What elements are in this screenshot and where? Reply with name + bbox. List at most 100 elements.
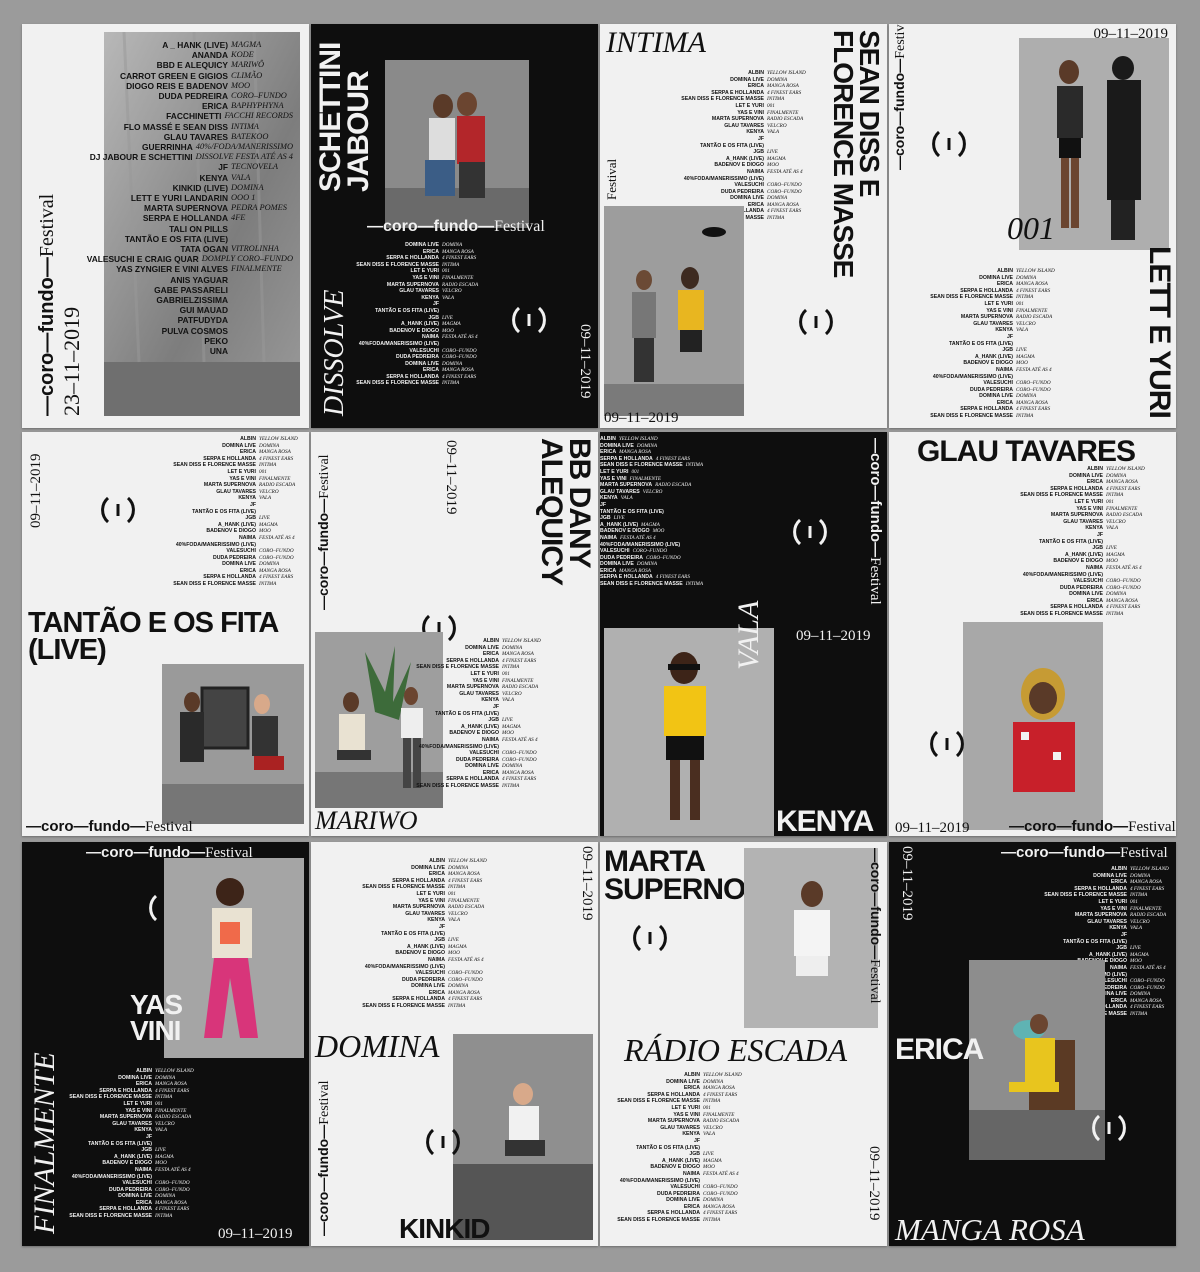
lineup-row: A _ HANK (LIVE) MAGMA <box>87 40 293 50</box>
party-name: 4 FINEST EARS <box>502 776 537 783</box>
artist-name: JGB <box>488 717 499 724</box>
artist-name: YAS E VINI <box>986 307 1013 314</box>
artist-name: YAS E VINI <box>737 109 764 116</box>
lineup-row: DOMINA LIVE DOMINA <box>1020 473 1146 480</box>
party-name: VELCRO <box>1106 518 1126 525</box>
lineup-list: DOMINA LIVE DOMINA ERICA MANGA ROSA SERPA E … <box>356 242 482 387</box>
date: 09–11–2019 <box>604 410 679 426</box>
artist-name: SERPA E HOLLANDA <box>203 574 256 581</box>
lineup-row: KENYA VALA <box>930 327 1056 334</box>
artist-name: LET E YURI <box>984 300 1013 307</box>
lineup-row: SEAN DISS E FLORENCE MASSEINTIMA <box>416 783 542 790</box>
festival-suffix: Festival <box>494 218 545 235</box>
lineup-row: YAS E VINI FINALMENTE <box>362 898 488 905</box>
artist-name: VALESUCHI <box>469 750 499 757</box>
artist-name: DUDA PEDREIRA <box>656 1190 700 1197</box>
artist-name: SEAN DISS E FLORENCE MASSE <box>1044 892 1127 899</box>
lineup-row: SERPA E HOLLANDA4 FINEST EARS <box>356 374 482 381</box>
artist-name: GLAU TAVARES <box>399 288 439 295</box>
lineup-row: PATFUDYDA <box>87 315 293 325</box>
lineup-row: YAS E VINI FINALMENTE <box>1020 506 1146 513</box>
artist-name: LET E YURI <box>600 468 629 475</box>
party-name: INTIMA <box>442 261 460 268</box>
artist-name: 40%FODA/MANERISSIMO (LIVE) <box>175 541 256 548</box>
party-name: 001 <box>767 102 775 109</box>
artist-name: LET E YURI <box>671 1104 700 1111</box>
lineup-row: FLO MASSÉ E SEAN DISS INTIMA <box>87 122 293 132</box>
artist-name: ALBIN <box>600 436 616 442</box>
photo-artist <box>744 848 878 1028</box>
artist-name: KENYA <box>199 172 228 183</box>
artist-name: MARTA SUPERNOVA <box>203 482 256 489</box>
party-name: DOMINA <box>1130 872 1151 879</box>
lineup-row: DOMINA LIVE DOMINA <box>1044 873 1170 880</box>
lineup-row: FACCHINETTI FACCHI RECORDS <box>87 111 293 121</box>
festival-suffix: Festival <box>145 819 193 835</box>
party-name: MOO <box>652 528 665 535</box>
lineup-row: JF <box>1044 932 1170 939</box>
artist-name: DOMINA LIVE <box>600 442 634 449</box>
artist-name: DOMINA LIVE <box>666 1078 700 1085</box>
lineup-row: NAIMA FESTA ATÉ AS 4 <box>617 1171 743 1178</box>
artist-name: MARTA SUPERNOVA <box>143 203 228 214</box>
festival-name: —coro—fundo— <box>315 498 331 610</box>
lineup-row: YAS E VINI FINALMENTE <box>416 678 542 685</box>
party-name <box>231 234 293 244</box>
lineup-row: UNA <box>87 346 293 356</box>
lineup-row: LET E YURI 001 <box>356 268 482 275</box>
party-name: RADIO ESCADA <box>155 1114 192 1121</box>
artist-name: MARTA SUPERNOVA <box>1074 912 1127 919</box>
artist-name: SEAN DISS E FLORENCE MASSE <box>416 664 499 671</box>
artist-name: VALESUCHI <box>122 1180 152 1187</box>
party-name: MOO <box>767 162 779 169</box>
artist-name: DUDA PEDREIRA <box>969 386 1013 393</box>
artist-name: FACCHINETTI <box>166 111 222 122</box>
artist-name: ERICA <box>996 399 1013 406</box>
party-name <box>609 502 649 509</box>
party-name: INTIMA <box>231 121 259 131</box>
coro-fundo-logo-icon <box>927 724 967 764</box>
party-name: LIVE <box>155 1147 166 1154</box>
party-name: CORO–FUNDO <box>1016 386 1051 393</box>
party-name: DOMINA <box>259 561 280 568</box>
lineup-row: DOMINA LIVE DOMINA <box>930 275 1056 282</box>
lineup-row: LET E YURI 001 <box>362 891 488 898</box>
party-name: FINALMENTE <box>1016 307 1048 314</box>
lineup-row: YAS ZYNGIER E VINI ALVES FINALMENTE <box>87 264 293 274</box>
lineup-row: SEAN DISS E FLORENCE MASSEINTIMA <box>173 581 299 588</box>
lineup-row: VALESUCHI CORO–FUNDO <box>356 348 482 355</box>
lineup-row: DOMINA LIVE DOMINA <box>173 443 299 450</box>
party-name: RADIO ESCADA <box>655 482 692 489</box>
party-name: INTIMA <box>703 1098 721 1105</box>
lineup-row: SERPA E HOLLANDA4 FINEST EARS <box>681 90 807 97</box>
lineup-row: 40%FODA/MANERISSIMO (LIVE) <box>600 542 726 549</box>
artist-name: VALESUCHI <box>600 548 630 555</box>
artist-name: LETT E YURI LANDARIN <box>130 193 228 204</box>
date: 09–11–2019 <box>895 820 970 836</box>
party-name <box>703 1138 743 1145</box>
artist-name: ALBIN <box>429 858 445 864</box>
artist-name: GLAU TAVARES <box>216 488 256 495</box>
party-name: FINALMENTE <box>448 897 480 904</box>
artist-name: GUERRINHA <box>142 142 193 153</box>
artist-name: BADENOV E DIOGO <box>650 1164 700 1171</box>
party-name <box>231 305 293 315</box>
party-name: CORO–FUNDO <box>1106 578 1141 585</box>
artist-name: YAS E VINI <box>125 1107 152 1114</box>
lineup-list: ALBIN YELLOW ISLAND DOMINA LIVE DOMINA ERICA… <box>362 858 488 1010</box>
artist-name: GLAU TAVARES <box>405 910 445 917</box>
lineup-row: VALESUCHI CORO–FUNDO <box>617 1184 743 1191</box>
lineup-row: DUDA PEDREIRA CORO–FUNDO <box>930 387 1056 394</box>
party-name: 001 <box>1130 898 1138 905</box>
lineup-row: DOMINA LIVE DOMINA <box>362 865 488 872</box>
party-name <box>231 315 293 325</box>
lineup-row: NAIMA FESTA ATÉ AS 4 <box>930 367 1056 374</box>
party-name: FESTA ATÉ AS 4 <box>502 736 538 743</box>
lineup-row: TANTÃO E OS FITA (LIVE) <box>1044 939 1170 946</box>
artist-title: SCHETTINI JABOUR <box>314 42 375 192</box>
party-name: DOMINA <box>315 1028 440 1064</box>
lineup-row: SERPA E HOLLANDA4 FINEST EARS <box>600 574 726 581</box>
party-name <box>442 308 482 315</box>
artist-name: GLAU TAVARES <box>112 1120 152 1127</box>
party-name <box>231 224 293 234</box>
